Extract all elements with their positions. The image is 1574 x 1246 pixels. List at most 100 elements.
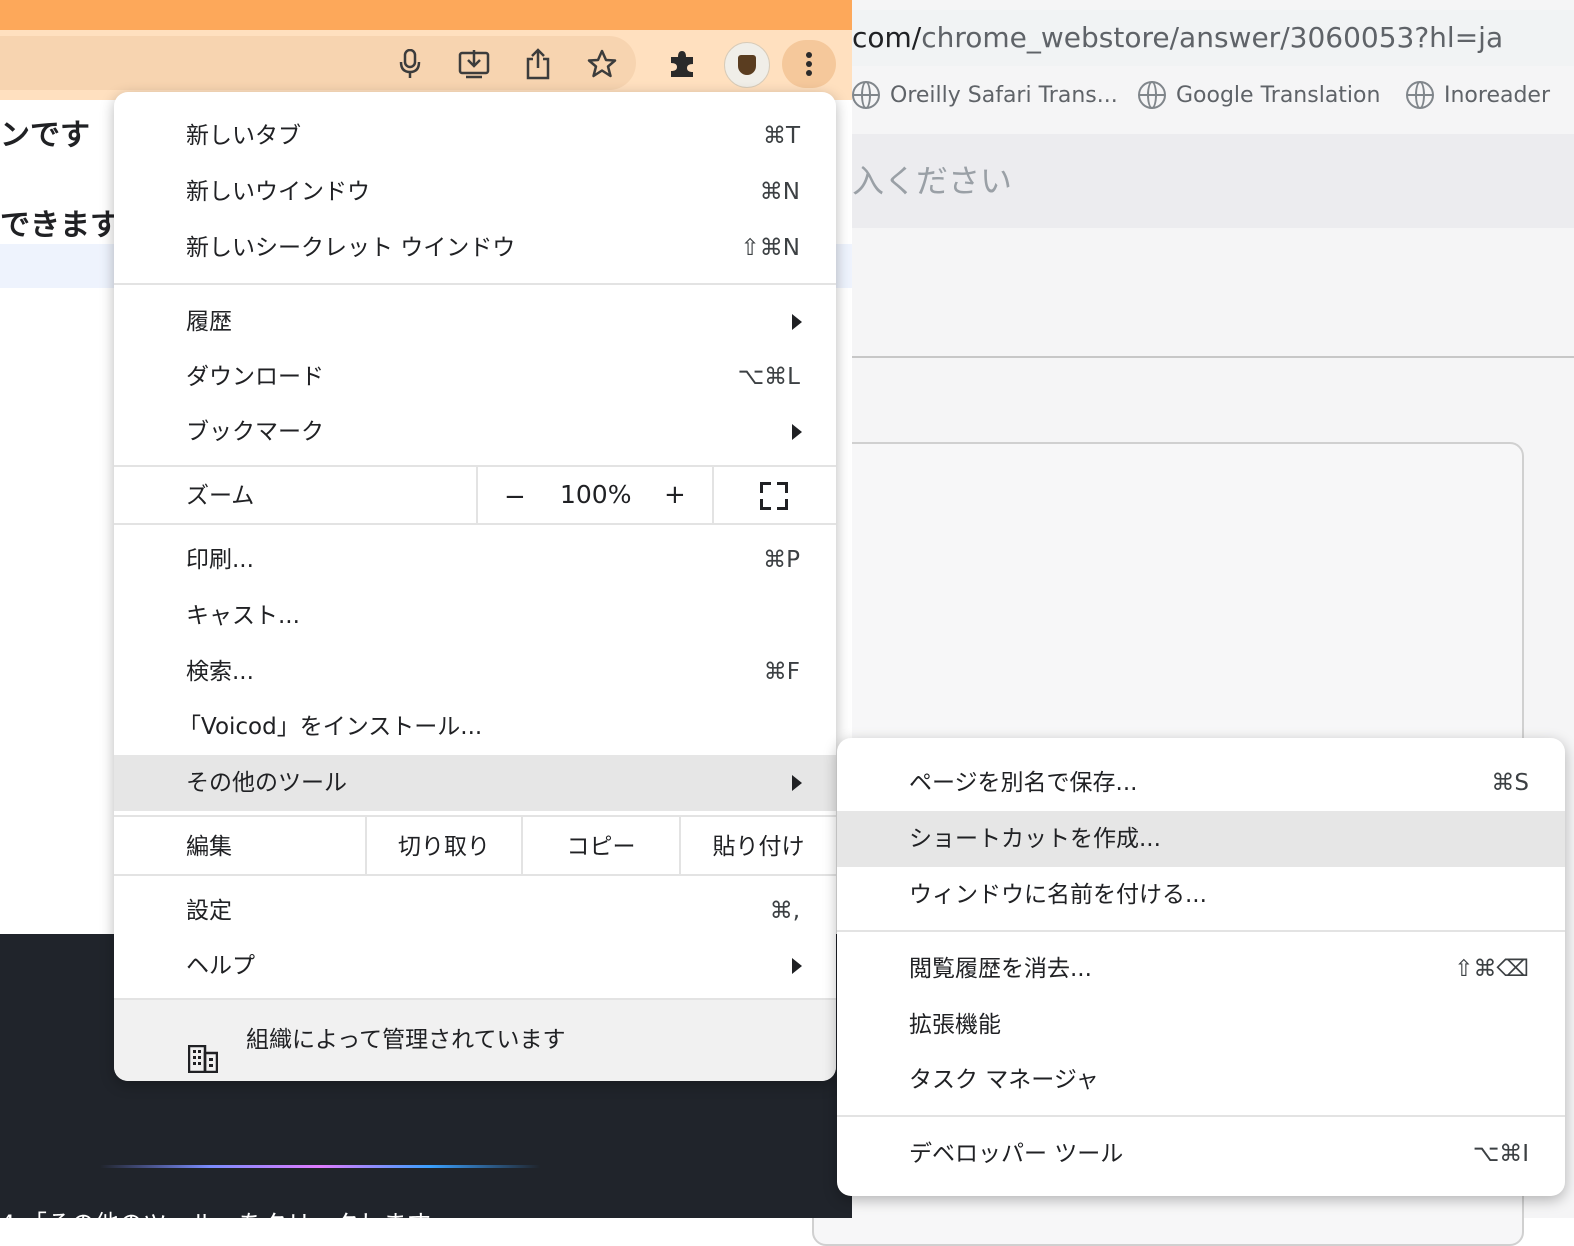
menu-item-label: ブックマーク <box>186 419 324 445</box>
page-heading-fragment: ンです <box>0 118 90 153</box>
submenu-item-extensions[interactable]: 拡張機能 <box>837 997 1565 1053</box>
extensions-icon[interactable] <box>662 44 702 84</box>
menu-item-shortcut: ⌘T <box>762 123 800 149</box>
cut-button[interactable]: 切り取り <box>367 819 521 875</box>
menu-item-downloads[interactable]: ダウンロード ⌥⌘L <box>114 349 836 405</box>
url-path: chrome_webstore/answer/3060053?hl=ja <box>921 21 1504 54</box>
menu-separator <box>837 1115 1565 1117</box>
submenu-item-save-page-as[interactable]: ページを別名で保存... ⌘S <box>837 755 1565 811</box>
menu-item-shortcut: ⌘S <box>1491 770 1529 796</box>
fullscreen-icon[interactable] <box>760 482 788 510</box>
zoom-level-value: 100% <box>560 480 632 509</box>
menu-separator <box>114 283 836 285</box>
globe-icon <box>1138 81 1166 109</box>
menu-item-install-app[interactable]: 「Voicod」をインストール... <box>114 699 836 755</box>
menu-item-label: デベロッパー ツール <box>909 1141 1124 1167</box>
divider <box>852 356 1574 358</box>
bookmarks-bar: Oreilly Safari Trans... Google Translati… <box>852 70 1574 120</box>
paste-button[interactable]: 貼り付け <box>681 819 836 875</box>
submenu-item-task-manager[interactable]: タスク マネージャ <box>837 1052 1565 1108</box>
menu-item-label: 「Voicod」をインストール... <box>178 714 483 740</box>
menu-item-label: 新しいウインドウ <box>186 179 370 205</box>
search-placeholder-fragment: 入ください <box>852 162 1013 200</box>
bookmark-google-translation[interactable]: Google Translation <box>1138 70 1380 120</box>
submenu-arrow-icon <box>792 314 802 330</box>
more-vert-icon[interactable] <box>782 40 836 88</box>
globe-icon <box>1406 81 1434 109</box>
menu-item-managed-by-organization[interactable]: 組織によって管理されています <box>114 1000 836 1081</box>
zoom-in-button[interactable]: + <box>664 480 686 510</box>
submenu-item-developer-tools[interactable]: デベロッパー ツール ⌥⌘I <box>837 1126 1565 1182</box>
menu-item-bookmarks[interactable]: ブックマーク <box>114 404 836 460</box>
submenu-arrow-icon <box>792 958 802 974</box>
menu-item-shortcut: ⌘N <box>759 179 800 205</box>
menu-item-label: ショートカットを作成... <box>909 826 1161 852</box>
zoom-out-button[interactable]: − <box>504 482 526 512</box>
submenu-arrow-icon <box>792 775 802 791</box>
menu-item-history[interactable]: 履歴 <box>114 294 836 350</box>
submenu-item-clear-browsing-data[interactable]: 閲覧履歴を消去... ⇧⌘⌫ <box>837 941 1565 997</box>
menu-item-label: タスク マネージャ <box>909 1067 1099 1093</box>
menu-item-label: 組織によって管理されています <box>246 1027 566 1053</box>
menu-item-shortcut: ⌥⌘I <box>1472 1141 1529 1167</box>
menu-item-label: 検索... <box>186 659 254 685</box>
menu-item-shortcut: ⌘P <box>763 547 800 573</box>
menu-item-new-incognito-window[interactable]: 新しいシークレット ウインドウ ⇧⌘N <box>114 220 836 276</box>
menu-item-shortcut: ⇧⌘⌫ <box>1454 956 1529 982</box>
background-address-bar[interactable]: com/chrome_webstore/answer/3060053?hl=ja <box>852 10 1574 66</box>
menu-item-settings[interactable]: 設定 ⌘, <box>114 883 836 939</box>
share-icon[interactable] <box>518 44 558 84</box>
menu-item-shortcut: ⌘F <box>763 659 800 685</box>
edit-label: 編集 <box>186 834 232 860</box>
menu-item-help[interactable]: ヘルプ <box>114 938 836 994</box>
menu-item-cast[interactable]: キャスト... <box>114 588 836 644</box>
menu-separator <box>837 930 1565 932</box>
menu-item-label: 閲覧履歴を消去... <box>909 956 1092 982</box>
menu-separator <box>712 467 714 524</box>
background-search-field[interactable]: 入ください <box>852 134 1574 228</box>
menu-separator <box>114 465 836 467</box>
url-host-fragment: com/ <box>852 21 922 54</box>
menu-item-label: 設定 <box>186 898 232 924</box>
menu-separator <box>114 874 836 876</box>
building-icon <box>187 1026 219 1074</box>
menu-item-label: 履歴 <box>186 309 232 335</box>
menu-item-print[interactable]: 印刷... ⌘P <box>114 532 836 588</box>
menu-item-label: 新しいシークレット ウインドウ <box>186 235 516 261</box>
menu-item-label: 印刷... <box>186 547 254 573</box>
menu-item-label: 拡張機能 <box>909 1012 1001 1038</box>
menu-item-label: ウィンドウに名前を付ける... <box>909 882 1207 908</box>
avatar[interactable] <box>724 42 770 88</box>
submenu-item-create-shortcut[interactable]: ショートカットを作成... <box>837 811 1565 867</box>
menu-separator <box>476 467 478 524</box>
menu-separator <box>114 815 836 817</box>
bookmark-inoreader[interactable]: Inoreader <box>1406 70 1550 120</box>
progress-gradient-line <box>100 1165 540 1168</box>
menu-item-find[interactable]: 検索... ⌘F <box>114 644 836 700</box>
menu-separator <box>114 523 836 525</box>
submenu-arrow-icon <box>792 424 802 440</box>
menu-item-label: ダウンロード <box>186 364 324 390</box>
menu-item-shortcut: ⌘, <box>769 898 800 924</box>
menu-item-label: ヘルプ <box>186 953 255 979</box>
bookmark-label: Google Translation <box>1176 82 1381 108</box>
bookmark-oreilly[interactable]: Oreilly Safari Trans... <box>852 70 1118 120</box>
microphone-icon[interactable] <box>390 44 430 84</box>
menu-item-label: 新しいタブ <box>186 123 301 149</box>
star-icon[interactable] <box>582 44 622 84</box>
menu-item-shortcut: ⇧⌘N <box>740 235 800 261</box>
menu-item-label: その他のツール <box>186 770 347 796</box>
bookmark-label: Oreilly Safari Trans... <box>890 82 1118 108</box>
chrome-main-menu: 新しいタブ ⌘T 新しいウインドウ ⌘N 新しいシークレット ウインドウ ⇧⌘N… <box>114 92 836 1081</box>
menu-item-new-tab[interactable]: 新しいタブ ⌘T <box>114 108 836 164</box>
submenu-item-name-window[interactable]: ウィンドウに名前を付ける... <box>837 867 1565 923</box>
menu-item-more-tools[interactable]: その他のツール <box>114 755 836 811</box>
bookmark-label: Inoreader <box>1444 82 1551 108</box>
copy-button[interactable]: コピー <box>523 819 679 875</box>
zoom-label: ズーム <box>186 483 255 509</box>
tab-strip <box>0 0 852 30</box>
menu-item-label: キャスト... <box>186 603 300 629</box>
install-icon[interactable] <box>454 44 494 84</box>
menu-item-new-window[interactable]: 新しいウインドウ ⌘N <box>114 164 836 220</box>
menu-item-shortcut: ⌥⌘L <box>737 364 800 390</box>
